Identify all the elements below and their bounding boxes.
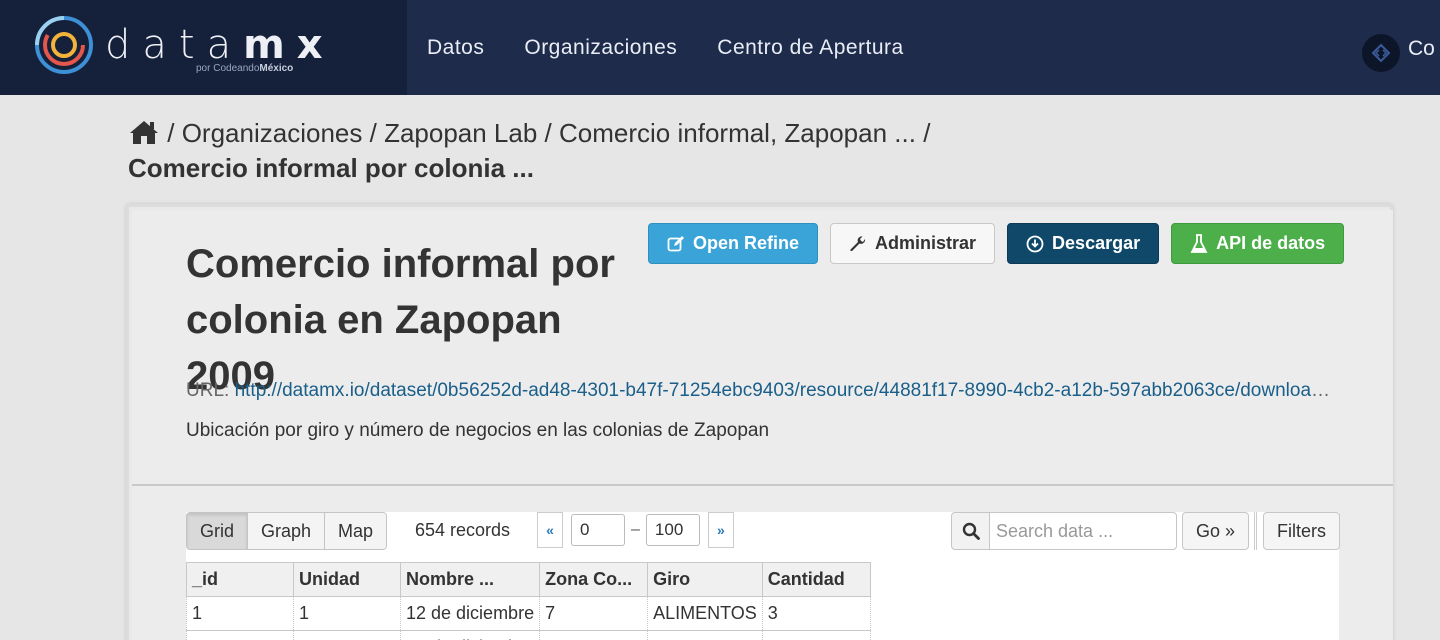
table-cell: 2 <box>186 630 294 640</box>
view-map-button[interactable]: Map <box>325 513 387 549</box>
logo-subtitle: por CodeandoMéxico <box>196 63 294 74</box>
pager-next-button[interactable]: » <box>707 512 734 548</box>
table-cell: 1 <box>186 596 294 631</box>
search-box <box>951 512 1177 550</box>
page-title: Comercio informal por colonia en Zapopan… <box>186 242 615 398</box>
filters-button[interactable]: Filters <box>1263 512 1340 550</box>
grid-header-row: _id Unidad Nombre ... Zona Co... Giro Ca… <box>186 562 871 597</box>
user-avatar[interactable] <box>1362 34 1400 72</box>
table-row[interactable]: 2 1 12 de diciembre 7 FLORES 1 <box>186 630 871 640</box>
nav-organizaciones[interactable]: Organizaciones <box>524 36 677 60</box>
resource-panel-body: Comercio informal por colonia en Zapopan… <box>132 210 1393 640</box>
table-cell: 1 <box>761 630 871 640</box>
table-cell: ALIMENTOS <box>647 596 763 631</box>
breadcrumb-zapopan-lab[interactable]: Zapopan Lab <box>384 118 537 148</box>
pager-dash: – <box>631 521 640 538</box>
search-input[interactable] <box>989 512 1177 550</box>
table-cell: 7 <box>539 630 649 640</box>
wrench-icon <box>850 235 866 251</box>
table-cell: 3 <box>761 596 871 631</box>
home-icon[interactable] <box>128 119 160 145</box>
breadcrumb-sep: / <box>369 118 377 148</box>
breadcrumb-dataset[interactable]: Comercio informal, Zapopan ... <box>559 118 916 148</box>
table-cell: 1 <box>293 630 401 640</box>
resource-actions: Open Refine Administrar Descargar API de… <box>648 223 1345 264</box>
brand[interactable]: datamx por CodeandoMéxico <box>0 0 407 95</box>
column-header[interactable]: Cantidad <box>761 562 871 597</box>
table-cell: FLORES <box>647 630 763 640</box>
administrar-label: Administrar <box>875 233 977 253</box>
breadcrumb-organizaciones[interactable]: Organizaciones <box>182 118 363 148</box>
open-refine-label: Open Refine <box>693 233 800 253</box>
codeando-icon <box>1371 43 1391 63</box>
column-header[interactable]: Unidad <box>293 562 401 597</box>
user-menu-label[interactable]: Co <box>1408 37 1435 61</box>
data-grid: _id Unidad Nombre ... Zona Co... Giro Ca… <box>186 562 871 640</box>
search-icon <box>951 512 989 550</box>
descargar-label: Descargar <box>1052 233 1141 253</box>
pager-to-input[interactable] <box>645 514 700 546</box>
go-button[interactable]: Go » <box>1182 512 1250 550</box>
table-cell: 7 <box>539 596 649 631</box>
edit-icon <box>667 235 684 251</box>
api-de-datos-button[interactable]: API de datos <box>1171 223 1345 264</box>
toolbar-separator <box>1254 512 1257 550</box>
top-navbar: datamx por CodeandoMéxico Datos Organiza… <box>0 0 1440 95</box>
table-row[interactable]: 1 1 12 de diciembre 7 ALIMENTOS 3 <box>186 596 871 631</box>
resource-url-link[interactable]: http://datamx.io/dataset/0b56252d-ad48-4… <box>235 380 1338 401</box>
breadcrumb-sep: / <box>923 118 931 148</box>
breadcrumb: / Organizaciones / Zapopan Lab / Comerci… <box>128 116 930 185</box>
column-header[interactable]: Giro <box>647 562 763 597</box>
column-header[interactable]: _id <box>186 562 294 597</box>
flask-icon <box>1190 233 1208 253</box>
breadcrumb-current: Comercio informal por colonia ... <box>128 153 534 183</box>
record-count: 654 records <box>415 520 511 540</box>
breadcrumb-sep: / <box>544 118 552 148</box>
pager-prev-button[interactable]: « <box>537 512 563 548</box>
divider <box>132 484 1393 486</box>
pager-from-input[interactable] <box>571 514 625 546</box>
nav-datos[interactable]: Datos <box>427 36 484 60</box>
nav-centro-de-apertura[interactable]: Centro de Apertura <box>717 36 903 60</box>
url-label: URL: <box>186 380 230 401</box>
view-graph-button[interactable]: Graph <box>248 513 326 549</box>
view-grid-button[interactable]: Grid <box>187 513 249 549</box>
descargar-button[interactable]: Descargar <box>1007 223 1160 264</box>
column-header[interactable]: Zona Co... <box>539 562 649 597</box>
datamx-logo-icon <box>35 16 93 74</box>
resource-panel: Comercio informal por colonia en Zapopan… <box>126 204 1393 640</box>
open-refine-button[interactable]: Open Refine <box>648 223 819 264</box>
table-cell: 1 <box>293 596 401 631</box>
logo-wordmark: datamx <box>105 22 335 68</box>
table-cell: 12 de diciembre <box>399 630 541 640</box>
resource-url: URL: http://datamx.io/dataset/0b56252d-a… <box>186 380 1338 402</box>
main-nav: Datos Organizaciones Centro de Apertura <box>427 0 904 95</box>
pager: « – » <box>537 512 734 548</box>
download-circle-icon <box>1026 235 1044 252</box>
table-cell: 12 de diciembre <box>399 596 541 631</box>
api-de-datos-label: API de datos <box>1216 233 1326 253</box>
view-switcher: Grid Graph Map <box>186 512 388 550</box>
breadcrumb-sep: / <box>167 118 175 148</box>
data-explorer: Grid Graph Map 654 records « – » <box>186 512 1340 640</box>
resource-description: Ubicación por giro y número de negocios … <box>186 420 770 441</box>
administrar-button[interactable]: Administrar <box>830 223 996 264</box>
column-header[interactable]: Nombre ... <box>399 562 541 597</box>
